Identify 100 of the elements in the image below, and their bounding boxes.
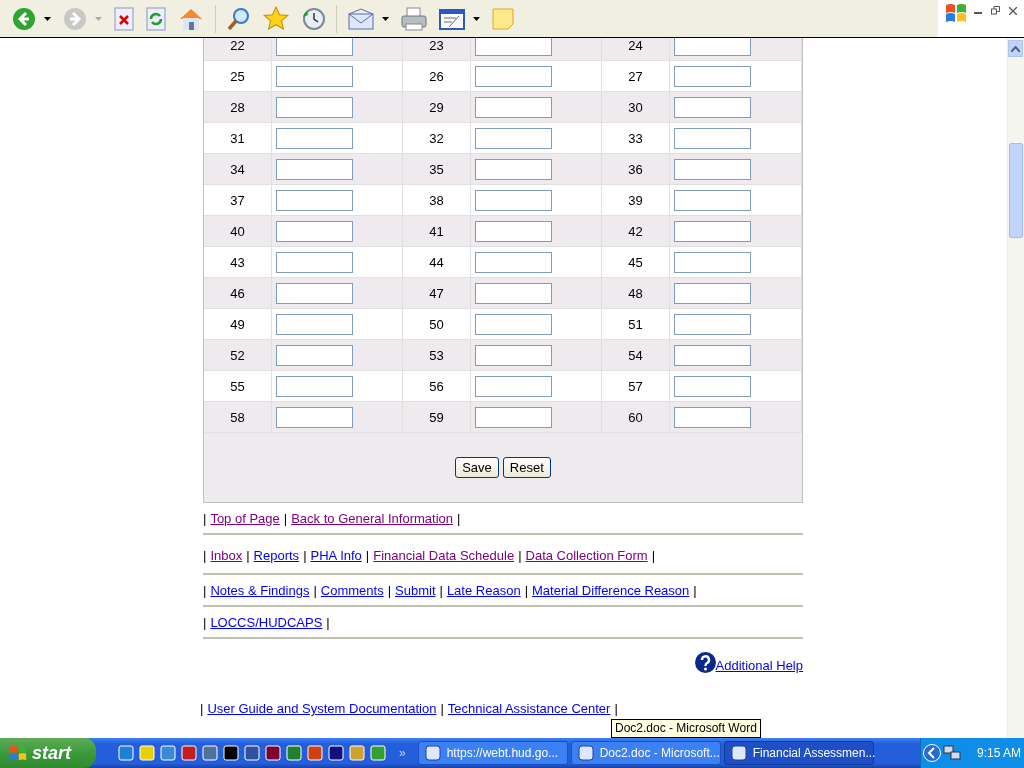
stop-icon[interactable] [114,6,134,31]
input-field[interactable] [475,313,552,335]
input-field[interactable] [475,65,552,87]
input-field[interactable] [475,406,552,428]
nav-link[interactable]: Submit [395,582,436,598]
windows-logo-icon [944,2,968,24]
input-field[interactable] [674,158,751,180]
nav-link[interactable]: LOCCS/HUDCAPS [210,614,323,630]
printer-icon[interactable] [401,6,427,31]
input-field[interactable] [276,220,353,242]
input-field[interactable] [276,344,353,366]
nav-link[interactable]: Inbox [210,547,243,563]
start-button[interactable]: start [0,738,96,768]
separator: | [203,547,207,563]
tooltip: Doc2.doc - Microsoft Word [611,719,761,738]
taskbar-button[interactable]: Financial Assessmen... [723,741,874,765]
scroll-up-button[interactable] [1008,40,1023,57]
input-field[interactable] [276,282,353,304]
separator: | [283,510,288,526]
nav-link[interactable]: Top of Page [210,510,280,526]
nav-link[interactable]: Reports [253,547,300,563]
input-field[interactable] [276,127,353,149]
app-icon[interactable] [349,745,365,761]
nav-link[interactable]: Data Collection Form [525,547,648,563]
nav-link[interactable]: PHA Info [310,547,362,563]
input-field[interactable] [276,251,353,273]
input-field[interactable] [674,251,751,273]
footer-link[interactable]: User Guide and System Documentation [207,701,437,716]
input-field[interactable] [475,344,552,366]
input-field[interactable] [475,375,552,397]
nav-link[interactable]: Comments [320,582,384,598]
footer-link[interactable]: Technical Assistance Center [447,701,611,716]
taskbar-button[interactable]: Doc2.doc - Microsoft... [570,741,721,765]
input-field[interactable] [674,189,751,211]
input-field[interactable] [674,344,751,366]
input-field[interactable] [276,158,353,180]
input-field[interactable] [674,313,751,335]
input-field[interactable] [674,127,751,149]
overflow-chevron[interactable]: » [399,746,406,760]
separator: | [524,582,528,598]
row-number: 59 [403,402,471,433]
nav-link[interactable]: Material Difference Reason [532,582,690,598]
help-link[interactable]: Additional Help [715,658,803,673]
separator: | [203,614,207,630]
taskbar-button[interactable]: https://webt.hud.go... [417,741,568,765]
scroll-thumb[interactable] [1009,143,1023,238]
input-field[interactable] [475,38,552,56]
nav-link[interactable]: Late Reason [446,582,521,598]
caret-icon[interactable] [44,16,51,21]
caret-icon[interactable] [382,16,389,21]
input-field[interactable] [276,96,353,118]
input-field[interactable] [475,251,552,273]
forward-icon[interactable] [63,6,87,31]
input-field[interactable] [475,282,552,304]
edit-icon[interactable] [439,7,465,30]
reset-button[interactable]: Reset [502,457,551,478]
app-icon[interactable] [328,745,344,761]
input-field[interactable] [475,96,552,118]
app-icon[interactable] [223,745,239,761]
caret-icon[interactable] [473,16,480,21]
input-field[interactable] [674,282,751,304]
input-field[interactable] [475,127,552,149]
input-field[interactable] [276,189,353,211]
app-icon[interactable] [265,745,281,761]
input-field[interactable] [674,406,751,428]
input-field[interactable] [674,96,751,118]
app-icon[interactable] [244,745,260,761]
refresh-icon[interactable] [146,6,166,31]
save-button[interactable]: Save [455,457,499,478]
input-field[interactable] [475,189,552,211]
scrollbar[interactable] [1007,38,1024,738]
nav-link[interactable]: Back to General Information [291,510,454,526]
restore-icon[interactable] [991,6,1000,15]
close-icon[interactable] [1009,6,1017,15]
back-icon[interactable] [12,6,36,31]
input-field[interactable] [674,38,751,56]
note-icon[interactable] [492,7,514,30]
input-field[interactable] [674,220,751,242]
input-field[interactable] [276,313,353,335]
app-icon[interactable] [139,745,155,761]
input-field[interactable] [276,38,353,56]
home-icon[interactable] [178,6,204,31]
input-field[interactable] [276,406,353,428]
search-icon[interactable] [227,6,251,31]
input-field[interactable] [475,158,552,180]
history-icon[interactable] [301,6,325,31]
nav-link[interactable]: Notes & Findings [210,582,310,598]
input-field[interactable] [475,220,552,242]
input-field[interactable] [276,65,353,87]
network-icon[interactable] [943,745,961,761]
star-icon[interactable] [263,5,289,32]
input-field[interactable] [276,375,353,397]
separator: | [651,547,656,563]
nav-link[interactable]: Financial Data Schedule [373,547,515,563]
input-field[interactable] [674,65,751,87]
input-field[interactable] [674,375,751,397]
chevron-icon[interactable] [923,744,941,762]
app-icon [730,745,747,761]
separator: | [518,547,522,563]
mail-icon[interactable] [348,7,374,30]
